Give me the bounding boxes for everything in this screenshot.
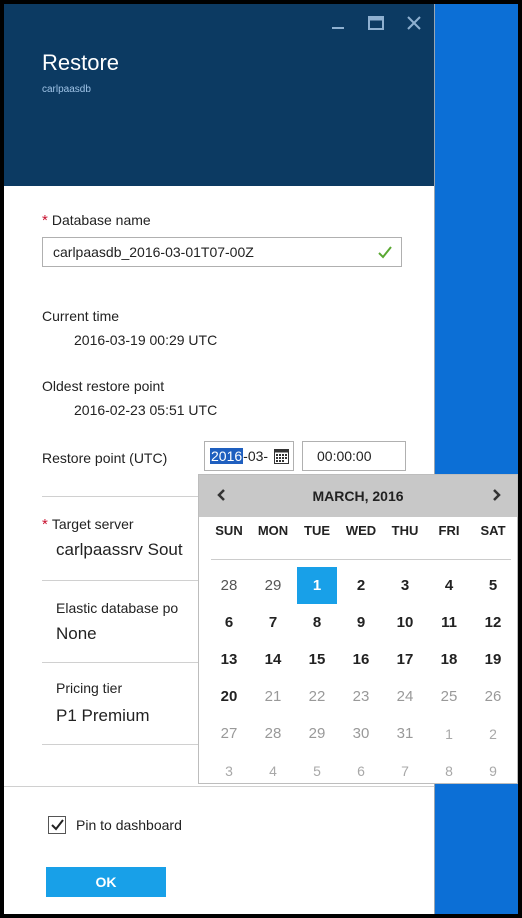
weekday-header: THU [391,523,419,538]
required-marker: * [42,516,48,533]
checkmark-icon [377,244,393,263]
calendar-day[interactable]: 1 [427,715,471,752]
checkmark-icon [51,819,64,831]
current-time-label: Current time [42,308,120,324]
calendar-day[interactable]: 25 [427,678,471,715]
calendar-day[interactable]: 10 [383,604,427,641]
chevron-right-icon[interactable] [491,487,503,508]
target-server-value[interactable]: carlpaassrv Sout [56,540,183,560]
elastic-pool-value[interactable]: None [56,624,97,644]
database-name-label: * Database name [42,212,151,229]
calendar-week-row: 20 21 22 23 24 25 26 [207,678,517,715]
blade-subtitle: carlpaasdb [42,84,91,95]
calendar-day[interactable]: 14 [251,641,295,678]
close-icon[interactable] [404,12,424,34]
calendar-day[interactable]: 16 [339,641,383,678]
calendar-day[interactable]: 31 [383,715,427,752]
calendar-day[interactable]: 9 [339,604,383,641]
database-name-value: carlpaasdb_2016-03-01T07-00Z [53,244,254,260]
calendar-week-row: 27 28 29 30 31 1 2 [207,715,517,752]
weekday-header: FRI [438,523,460,538]
ok-button[interactable]: OK [46,867,166,897]
weekday-header: MON [257,523,289,538]
restore-point-label: Restore point (UTC) [42,450,168,466]
weekday-header: SUN [215,523,243,538]
calendar-day[interactable]: 5 [295,752,339,789]
weekday-header: WED [345,523,377,538]
calendar-day[interactable]: 11 [427,604,471,641]
pricing-tier-value[interactable]: P1 Premium [56,706,150,726]
calendar-day[interactable]: 28 [251,715,295,752]
calendar-day[interactable]: 8 [295,604,339,641]
restore-date-input[interactable]: 2016 -03- [204,441,294,471]
calendar-day[interactable]: 19 [471,641,515,678]
minimize-icon[interactable] [328,12,348,34]
calendar-day[interactable]: 22 [295,678,339,715]
date-rest: -03- [243,448,269,464]
blade-title: Restore [42,50,120,75]
calendar-day[interactable]: 6 [207,604,251,641]
calendar-day[interactable]: 28 [207,567,251,604]
calendar-day[interactable]: 13 [207,641,251,678]
date-year-selection: 2016 [210,448,244,464]
pin-to-dashboard-checkbox[interactable] [48,816,66,834]
calendar-day[interactable]: 27 [207,715,251,752]
calendar-weekdays: SUN MON TUE WED THU FRI SAT [207,523,517,538]
calendar-week-row: 13 14 15 16 17 18 19 [207,641,517,678]
calendar-header: MARCH, 2016 [199,475,517,517]
oldest-restore-point-value: 2016-02-23 05:51 UTC [74,402,218,418]
current-time-value: 2016-03-19 00:29 UTC [74,332,218,348]
screenshot-frame: Restore carlpaasdb * Database name carlpa… [4,4,518,914]
calendar-day[interactable]: 7 [251,604,295,641]
calendar-day[interactable]: 24 [383,678,427,715]
restore-time-input[interactable]: 00:00:00 [302,441,406,471]
calendar-day-selected[interactable]: 1 [297,567,337,604]
calendar-day[interactable]: 3 [207,752,251,789]
weekday-header: TUE [304,523,330,538]
required-marker: * [42,212,48,229]
calendar-day[interactable]: 29 [295,715,339,752]
calendar-popup: MARCH, 2016 SUN MON TUE WED THU FRI SAT 28 29 1 2… [198,474,518,784]
calendar-day[interactable]: 4 [251,752,295,789]
pin-to-dashboard-label: Pin to dashboard [76,817,182,833]
calendar-month-label: MARCH, 2016 [312,488,404,504]
calendar-day[interactable]: 6 [339,752,383,789]
database-name-input[interactable]: carlpaasdb_2016-03-01T07-00Z [42,237,402,267]
calendar-week-row: 28 29 1 2 3 4 5 [207,567,517,604]
calendar-day[interactable]: 7 [383,752,427,789]
calendar-day[interactable]: 12 [471,604,515,641]
calendar-day[interactable]: 21 [251,678,295,715]
blade-header: Restore carlpaasdb [4,4,434,186]
calendar-icon[interactable] [274,449,289,467]
calendar-day[interactable]: 20 [207,678,251,715]
calendar-day[interactable]: 9 [471,752,515,789]
elastic-pool-label: Elastic database po [56,600,179,616]
target-server-label: * Target server [42,516,134,533]
pricing-tier-label: Pricing tier [56,680,123,696]
calendar-day[interactable]: 30 [339,715,383,752]
calendar-day[interactable]: 23 [339,678,383,715]
calendar-day[interactable]: 2 [339,567,383,604]
calendar-day[interactable]: 18 [427,641,471,678]
calendar-day[interactable]: 29 [251,567,295,604]
calendar-day[interactable]: 15 [295,641,339,678]
calendar-day[interactable]: 4 [427,567,471,604]
calendar-day[interactable]: 2 [471,715,515,752]
calendar-day[interactable]: 26 [471,678,515,715]
window-controls [328,12,424,34]
calendar-day[interactable]: 5 [471,567,515,604]
calendar-day[interactable]: 8 [427,752,471,789]
calendar-week-row: 6 7 8 9 10 11 12 [207,604,517,641]
maximize-icon[interactable] [366,12,386,34]
oldest-restore-point-label: Oldest restore point [42,378,165,394]
calendar-day[interactable]: 17 [383,641,427,678]
calendar-week-row: 3456789 [207,752,517,789]
calendar-day[interactable]: 3 [383,567,427,604]
calendar-grid: 28 29 1 2 3 4 5 6 7 8 9 10 11 12 13 14 15 16 17 18 19 20 21 22 2… [207,567,517,789]
restore-time-value: 00:00:00 [317,448,372,464]
calendar-divider [211,559,511,560]
weekday-header: SAT [480,523,506,538]
